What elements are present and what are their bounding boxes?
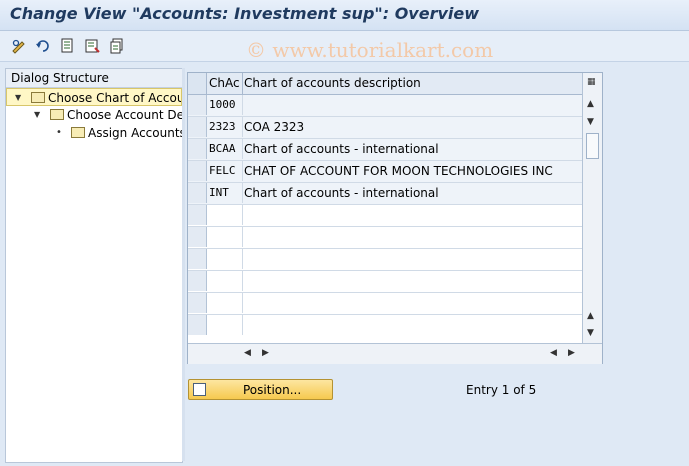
table-settings-icon[interactable]: ▦ [587, 77, 596, 87]
cell-description[interactable]: Chart of accounts - international [242, 183, 439, 203]
cell-chac[interactable]: 1000 [207, 95, 243, 115]
edit-glasses-icon[interactable] [10, 37, 28, 55]
column-header-description[interactable]: Chart of accounts description [242, 73, 421, 94]
entry-counter: Entry 1 of 5 [466, 383, 537, 397]
position-icon [193, 383, 206, 396]
scroll-thumb[interactable] [586, 133, 599, 159]
details-icon[interactable] [58, 37, 76, 55]
row-selector[interactable] [188, 315, 207, 335]
folder-icon [50, 109, 64, 120]
window-title: Change View "Accounts: Investment sup": … [10, 4, 480, 23]
row-selector[interactable] [188, 95, 207, 115]
table-row[interactable]: INT Chart of accounts - international [188, 183, 582, 205]
table-row-empty[interactable] [188, 205, 582, 227]
row-selector[interactable] [188, 139, 207, 159]
cell-chac[interactable] [207, 249, 243, 269]
scroll-right-icon[interactable]: ▶ [568, 348, 575, 358]
cell-description[interactable]: CHAT OF ACCOUNT FOR MOON TECHNOLOGIES IN… [242, 161, 553, 181]
row-selector[interactable] [188, 271, 207, 291]
cell-chac[interactable]: INT [207, 183, 243, 203]
table-body: 1000 2323 COA 2323 BCAA Chart of account… [188, 95, 582, 336]
scroll-left-icon[interactable]: ◀ [244, 348, 251, 358]
accounts-table: ChAc Chart of accounts description 1000 … [187, 72, 603, 364]
table-row[interactable]: FELC CHAT OF ACCOUNT FOR MOON TECHNOLOGI… [188, 161, 582, 183]
copy-icon[interactable] [108, 37, 126, 55]
position-button-label: Position... [243, 383, 302, 397]
row-selector[interactable] [188, 293, 207, 313]
table-row-empty[interactable] [188, 315, 582, 336]
row-selector[interactable] [188, 161, 207, 181]
scroll-left-icon[interactable]: ◀ [550, 348, 557, 358]
cell-description[interactable]: COA 2323 [242, 117, 304, 137]
cell-chac[interactable] [207, 315, 243, 335]
row-selector[interactable] [188, 205, 207, 225]
vertical-scrollbar[interactable]: ▦ ▲ ▼ ▲ ▼ [582, 73, 602, 343]
cell-chac[interactable] [207, 205, 243, 225]
table-row-empty[interactable] [188, 271, 582, 293]
expand-triangle-icon[interactable]: ▼ [34, 106, 40, 124]
table-row-empty[interactable] [188, 293, 582, 315]
folder-icon [71, 127, 85, 138]
scroll-down-icon[interactable]: ▼ [587, 328, 594, 338]
bullet-icon: • [56, 127, 62, 138]
column-header-chac[interactable]: ChAc [207, 73, 243, 94]
table-row[interactable]: 2323 COA 2323 [188, 117, 582, 139]
scroll-right-icon[interactable]: ▶ [262, 348, 269, 358]
dialog-structure-header: Dialog Structure [6, 69, 182, 88]
table-row-empty[interactable] [188, 249, 582, 271]
table-row[interactable]: 1000 [188, 95, 582, 117]
expand-triangle-icon[interactable]: ▼ [15, 89, 21, 105]
scroll-page-down-icon[interactable]: ▼ [587, 117, 594, 127]
cell-description[interactable]: Chart of accounts - international [242, 139, 439, 159]
watermark: © www.tutorialkart.com [246, 38, 494, 62]
row-selector[interactable] [188, 117, 207, 137]
tree-item-label: Choose Account Det [67, 108, 182, 122]
row-selector[interactable] [188, 183, 207, 203]
tree-item-choose-chart[interactable]: ▼ Choose Chart of Accoun [6, 88, 182, 106]
tree-item-label: Choose Chart of Accoun [48, 91, 182, 105]
dialog-structure-panel: Dialog Structure ▼ Choose Chart of Accou… [5, 68, 183, 463]
tree-item-choose-account-det[interactable]: ▼ Choose Account Det [6, 106, 182, 124]
new-entries-icon[interactable] [83, 37, 101, 55]
row-selector[interactable] [188, 249, 207, 269]
table-row[interactable]: BCAA Chart of accounts - international [188, 139, 582, 161]
folder-open-icon [31, 92, 45, 103]
cell-chac[interactable]: BCAA [207, 139, 243, 159]
row-selector[interactable] [188, 227, 207, 247]
cell-chac[interactable]: FELC [207, 161, 243, 181]
tree-item-label: Assign Accounts [88, 126, 182, 140]
select-all-button[interactable] [188, 73, 207, 94]
undo-icon[interactable] [34, 37, 52, 55]
horizontal-scrollbar[interactable]: ◀ ▶ ◀ ▶ [188, 343, 602, 364]
scroll-page-up-icon[interactable]: ▲ [587, 311, 594, 321]
tree-item-assign-accounts[interactable]: • Assign Accounts [6, 124, 182, 142]
table-row-empty[interactable] [188, 227, 582, 249]
scroll-up-icon[interactable]: ▲ [587, 99, 594, 109]
cell-chac[interactable] [207, 271, 243, 291]
cell-chac[interactable] [207, 227, 243, 247]
table-header: ChAc Chart of accounts description [188, 73, 582, 95]
title-bar: Change View "Accounts: Investment sup": … [0, 0, 689, 31]
cell-chac[interactable] [207, 293, 243, 313]
cell-description[interactable] [242, 95, 244, 115]
panel-splitter[interactable] [182, 68, 185, 461]
position-button[interactable]: Position... [188, 379, 333, 400]
cell-chac[interactable]: 2323 [207, 117, 243, 137]
